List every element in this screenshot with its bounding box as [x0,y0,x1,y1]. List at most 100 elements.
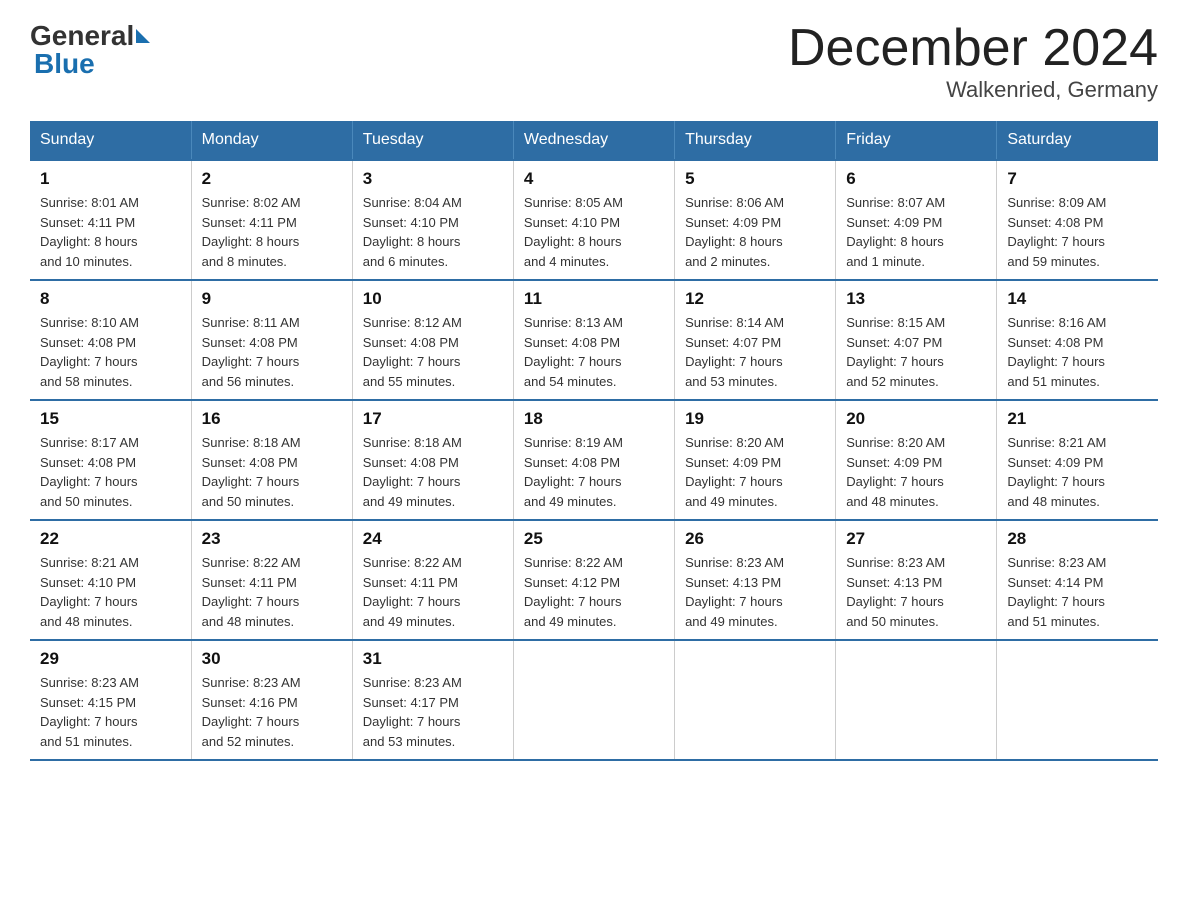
day-number: 26 [685,529,825,549]
day-cell-29: 29 Sunrise: 8:23 AMSunset: 4:15 PMDayligh… [30,640,191,760]
day-info: Sunrise: 8:01 AMSunset: 4:11 PMDaylight:… [40,193,181,271]
day-info: Sunrise: 8:12 AMSunset: 4:08 PMDaylight:… [363,313,503,391]
day-cell-19: 19Sunrise: 8:20 AMSunset: 4:09 PMDayligh… [675,400,836,520]
day-cell-25: 25 Sunrise: 8:22 AMSunset: 4:12 PMDayligh… [513,520,674,640]
day-cell-7: 7Sunrise: 8:09 AMSunset: 4:08 PMDaylight… [997,160,1158,280]
day-number: 13 [846,289,986,309]
day-cell-21: 21 Sunrise: 8:21 AMSunset: 4:09 PMDayligh… [997,400,1158,520]
day-number: 29 [40,649,181,669]
logo-triangle-icon [136,29,150,43]
day-info: Sunrise: 8:05 AMSunset: 4:10 PMDaylight:… [524,193,664,271]
day-cell-4: 4 Sunrise: 8:05 AMSunset: 4:10 PMDaylight… [513,160,674,280]
day-number: 22 [40,529,181,549]
day-number: 20 [846,409,986,429]
day-info: Sunrise: 8:16 AMSunset: 4:08 PMDaylight:… [1007,313,1148,391]
day-cell-26: 26Sunrise: 8:23 AMSunset: 4:13 PMDayligh… [675,520,836,640]
day-number: 28 [1007,529,1148,549]
day-number: 9 [202,289,342,309]
day-number: 16 [202,409,342,429]
day-number: 10 [363,289,503,309]
day-number: 30 [202,649,342,669]
day-cell-2: 2Sunrise: 8:02 AMSunset: 4:11 PMDaylight… [191,160,352,280]
header-friday: Friday [836,121,997,160]
day-info: Sunrise: 8:22 AMSunset: 4:11 PMDaylight:… [202,553,342,631]
header-saturday: Saturday [997,121,1158,160]
day-cell-30: 30Sunrise: 8:23 AMSunset: 4:16 PMDayligh… [191,640,352,760]
day-info: Sunrise: 8:23 AMSunset: 4:14 PMDaylight:… [1007,553,1148,631]
day-number: 14 [1007,289,1148,309]
day-number: 31 [363,649,503,669]
header-sunday: Sunday [30,121,191,160]
day-number: 6 [846,169,986,189]
header-wednesday: Wednesday [513,121,674,160]
day-info: Sunrise: 8:15 AMSunset: 4:07 PMDaylight:… [846,313,986,391]
day-number: 12 [685,289,825,309]
day-cell-20: 20 Sunrise: 8:20 AMSunset: 4:09 PMDayligh… [836,400,997,520]
day-number: 4 [524,169,664,189]
day-cell-31: 31 Sunrise: 8:23 AMSunset: 4:17 PMDayligh… [352,640,513,760]
day-info: Sunrise: 8:18 AMSunset: 4:08 PMDaylight:… [363,433,503,511]
day-info: Sunrise: 8:18 AMSunset: 4:08 PMDaylight:… [202,433,342,511]
day-info: Sunrise: 8:10 AMSunset: 4:08 PMDaylight:… [40,313,181,391]
day-number: 1 [40,169,181,189]
day-number: 11 [524,289,664,309]
day-cell-28: 28 Sunrise: 8:23 AMSunset: 4:14 PMDayligh… [997,520,1158,640]
day-info: Sunrise: 8:09 AMSunset: 4:08 PMDaylight:… [1007,193,1148,271]
day-number: 21 [1007,409,1148,429]
header-thursday: Thursday [675,121,836,160]
day-cell-16: 16 Sunrise: 8:18 AMSunset: 4:08 PMDayligh… [191,400,352,520]
day-number: 5 [685,169,825,189]
empty-cell [675,640,836,760]
day-cell-12: 12 Sunrise: 8:14 AMSunset: 4:07 PMDayligh… [675,280,836,400]
empty-cell [836,640,997,760]
day-cell-17: 17Sunrise: 8:18 AMSunset: 4:08 PMDayligh… [352,400,513,520]
day-info: Sunrise: 8:14 AMSunset: 4:07 PMDaylight:… [685,313,825,391]
day-number: 2 [202,169,342,189]
calendar-header-row: SundayMondayTuesdayWednesdayThursdayFrid… [30,121,1158,160]
header-monday: Monday [191,121,352,160]
day-cell-24: 24 Sunrise: 8:22 AMSunset: 4:11 PMDayligh… [352,520,513,640]
day-info: Sunrise: 8:21 AMSunset: 4:09 PMDaylight:… [1007,433,1148,511]
day-info: Sunrise: 8:04 AMSunset: 4:10 PMDaylight:… [363,193,503,271]
day-info: Sunrise: 8:11 AMSunset: 4:08 PMDaylight:… [202,313,342,391]
day-info: Sunrise: 8:07 AMSunset: 4:09 PMDaylight:… [846,193,986,271]
week-row-4: 22 Sunrise: 8:21 AMSunset: 4:10 PMDayligh… [30,520,1158,640]
page-title: December 2024 [788,20,1158,77]
title-section: December 2024 Walkenried, Germany [788,20,1158,103]
week-row-1: 1 Sunrise: 8:01 AMSunset: 4:11 PMDaylight… [30,160,1158,280]
day-info: Sunrise: 8:23 AMSunset: 4:13 PMDaylight:… [846,553,986,631]
day-cell-14: 14 Sunrise: 8:16 AMSunset: 4:08 PMDayligh… [997,280,1158,400]
day-info: Sunrise: 8:21 AMSunset: 4:10 PMDaylight:… [40,553,181,631]
day-info: Sunrise: 8:17 AMSunset: 4:08 PMDaylight:… [40,433,181,511]
day-number: 24 [363,529,503,549]
day-cell-1: 1 Sunrise: 8:01 AMSunset: 4:11 PMDaylight… [30,160,191,280]
day-info: Sunrise: 8:23 AMSunset: 4:15 PMDaylight:… [40,673,181,751]
day-info: Sunrise: 8:23 AMSunset: 4:17 PMDaylight:… [363,673,503,751]
day-number: 25 [524,529,664,549]
day-number: 27 [846,529,986,549]
day-info: Sunrise: 8:06 AMSunset: 4:09 PMDaylight:… [685,193,825,271]
day-number: 18 [524,409,664,429]
day-cell-9: 9 Sunrise: 8:11 AMSunset: 4:08 PMDaylight… [191,280,352,400]
day-info: Sunrise: 8:13 AMSunset: 4:08 PMDaylight:… [524,313,664,391]
day-info: Sunrise: 8:22 AMSunset: 4:11 PMDaylight:… [363,553,503,631]
page-subtitle: Walkenried, Germany [788,77,1158,103]
day-cell-8: 8Sunrise: 8:10 AMSunset: 4:08 PMDaylight… [30,280,191,400]
day-cell-6: 6 Sunrise: 8:07 AMSunset: 4:09 PMDaylight… [836,160,997,280]
day-cell-27: 27 Sunrise: 8:23 AMSunset: 4:13 PMDayligh… [836,520,997,640]
day-info: Sunrise: 8:20 AMSunset: 4:09 PMDaylight:… [685,433,825,511]
logo: General Blue [30,20,152,80]
empty-cell [513,640,674,760]
week-row-2: 8Sunrise: 8:10 AMSunset: 4:08 PMDaylight… [30,280,1158,400]
logo-blue-text: Blue [34,48,95,79]
day-cell-15: 15Sunrise: 8:17 AMSunset: 4:08 PMDayligh… [30,400,191,520]
day-info: Sunrise: 8:19 AMSunset: 4:08 PMDaylight:… [524,433,664,511]
day-cell-22: 22 Sunrise: 8:21 AMSunset: 4:10 PMDayligh… [30,520,191,640]
empty-cell [997,640,1158,760]
day-info: Sunrise: 8:22 AMSunset: 4:12 PMDaylight:… [524,553,664,631]
day-cell-3: 3Sunrise: 8:04 AMSunset: 4:10 PMDaylight… [352,160,513,280]
day-cell-13: 13 Sunrise: 8:15 AMSunset: 4:07 PMDayligh… [836,280,997,400]
week-row-5: 29 Sunrise: 8:23 AMSunset: 4:15 PMDayligh… [30,640,1158,760]
day-info: Sunrise: 8:20 AMSunset: 4:09 PMDaylight:… [846,433,986,511]
page-header: General Blue December 2024 Walkenried, G… [30,20,1158,103]
